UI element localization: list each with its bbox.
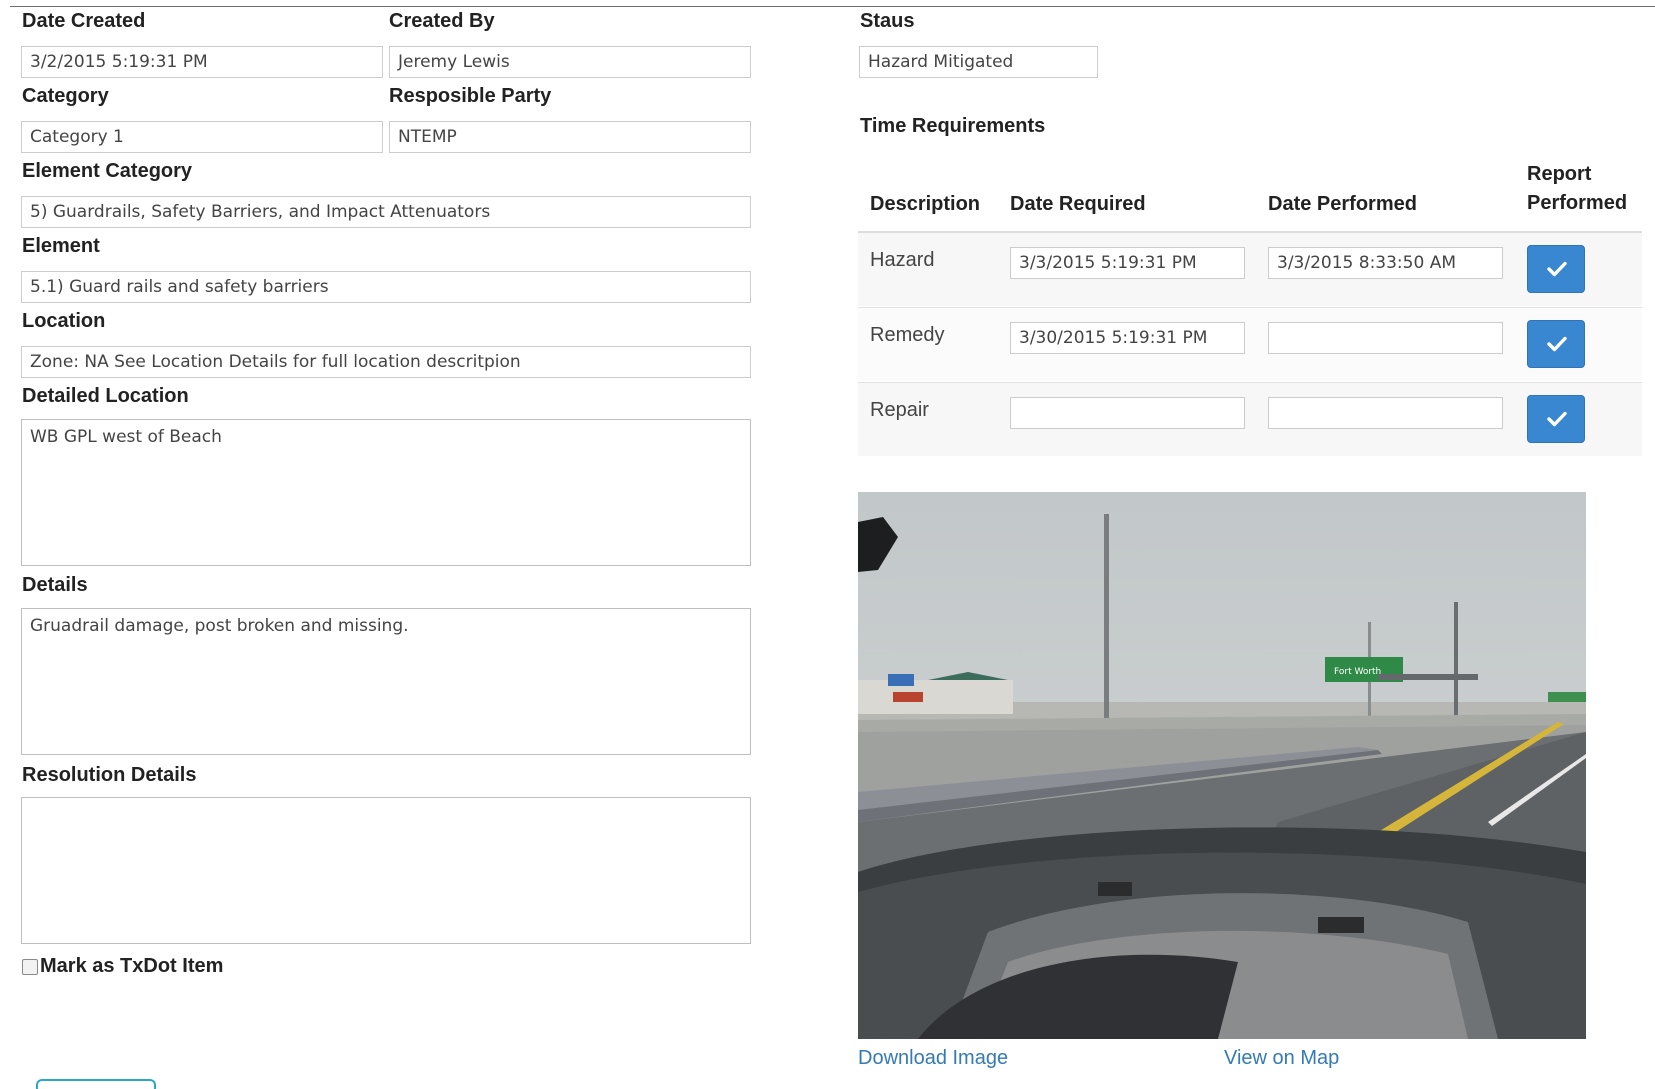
check-icon [1547,411,1567,427]
row-description: Repair [870,399,929,421]
element-field[interactable]: 5.1) Guard rails and safety barriers [21,271,751,303]
report-performed-button[interactable] [1527,395,1585,443]
table-row-hazard [858,233,1642,306]
col-header-date-performed: Date Performed [1268,193,1417,215]
location-label: Location [22,310,106,332]
hazard-photo: Fort Worth [858,492,1586,1039]
report-performed-button[interactable] [1527,320,1585,368]
details-textarea[interactable]: Gruadrail damage, post broken and missin… [21,608,751,755]
date-performed-input[interactable] [1268,397,1503,429]
txdot-item[interactable]: Mark as TxDot Item [22,955,223,978]
responsible-party-field[interactable]: NTEMP [389,121,751,153]
check-icon [1547,336,1567,352]
details-label: Details [22,574,88,596]
table-row-repair [858,383,1642,456]
col-header-report-performed: Report Performed [1527,160,1627,218]
report-performed-button[interactable] [1527,245,1585,293]
date-created-field[interactable]: 3/2/2015 5:19:31 PM [21,46,383,78]
row-description: Remedy [870,324,945,346]
col-header-report-line1: Report [1527,163,1592,185]
col-header-date-required: Date Required [1010,193,1146,215]
time-requirements-title: Time Requirements [860,115,1046,137]
table-row-remedy [858,308,1642,381]
date-performed-input[interactable] [1268,322,1503,354]
detailed-location-textarea[interactable]: WB GPL west of Beach [21,419,751,566]
location-field[interactable]: Zone: NA See Location Details for full l… [21,346,751,378]
element-category-field[interactable]: 5) Guardrails, Safety Barriers, and Impa… [21,196,751,228]
element-category-label: Element Category [22,160,193,182]
date-required-input[interactable] [1010,397,1245,429]
row-description: Hazard [870,249,935,271]
highway-sign-text: Fort Worth [1334,667,1381,677]
date-created-label: Date Created [22,10,146,32]
created-by-label: Created By [389,10,495,32]
status-label: Staus [860,10,915,32]
resolution-details-textarea[interactable] [21,797,751,944]
date-required-input[interactable]: 3/3/2015 5:19:31 PM [1010,247,1245,279]
element-label: Element [22,235,100,257]
txdot-checkbox[interactable] [22,958,38,975]
category-field[interactable]: Category 1 [21,121,383,153]
resolution-details-label: Resolution Details [22,764,197,786]
date-performed-input[interactable]: 3/3/2015 8:33:50 AM [1268,247,1503,279]
submit-button-edge[interactable] [36,1079,156,1089]
detailed-location-label: Detailed Location [22,385,189,407]
created-by-field[interactable]: Jeremy Lewis [389,46,751,78]
top-divider [10,6,1655,7]
txdot-checkbox-label: Mark as TxDot Item [40,955,224,977]
category-label: Category [22,85,109,107]
date-required-input[interactable]: 3/30/2015 5:19:31 PM [1010,322,1245,354]
road-photo-image: Fort Worth [858,492,1586,1039]
col-header-description: Description [870,193,981,215]
download-image-link[interactable]: Download Image [858,1047,1008,1070]
responsible-party-label: Resposible Party [389,85,552,107]
col-header-report-line2: Performed [1527,192,1628,214]
check-icon [1547,261,1567,277]
status-field[interactable]: Hazard Mitigated [859,46,1098,78]
view-on-map-link[interactable]: View on Map [1224,1047,1339,1070]
